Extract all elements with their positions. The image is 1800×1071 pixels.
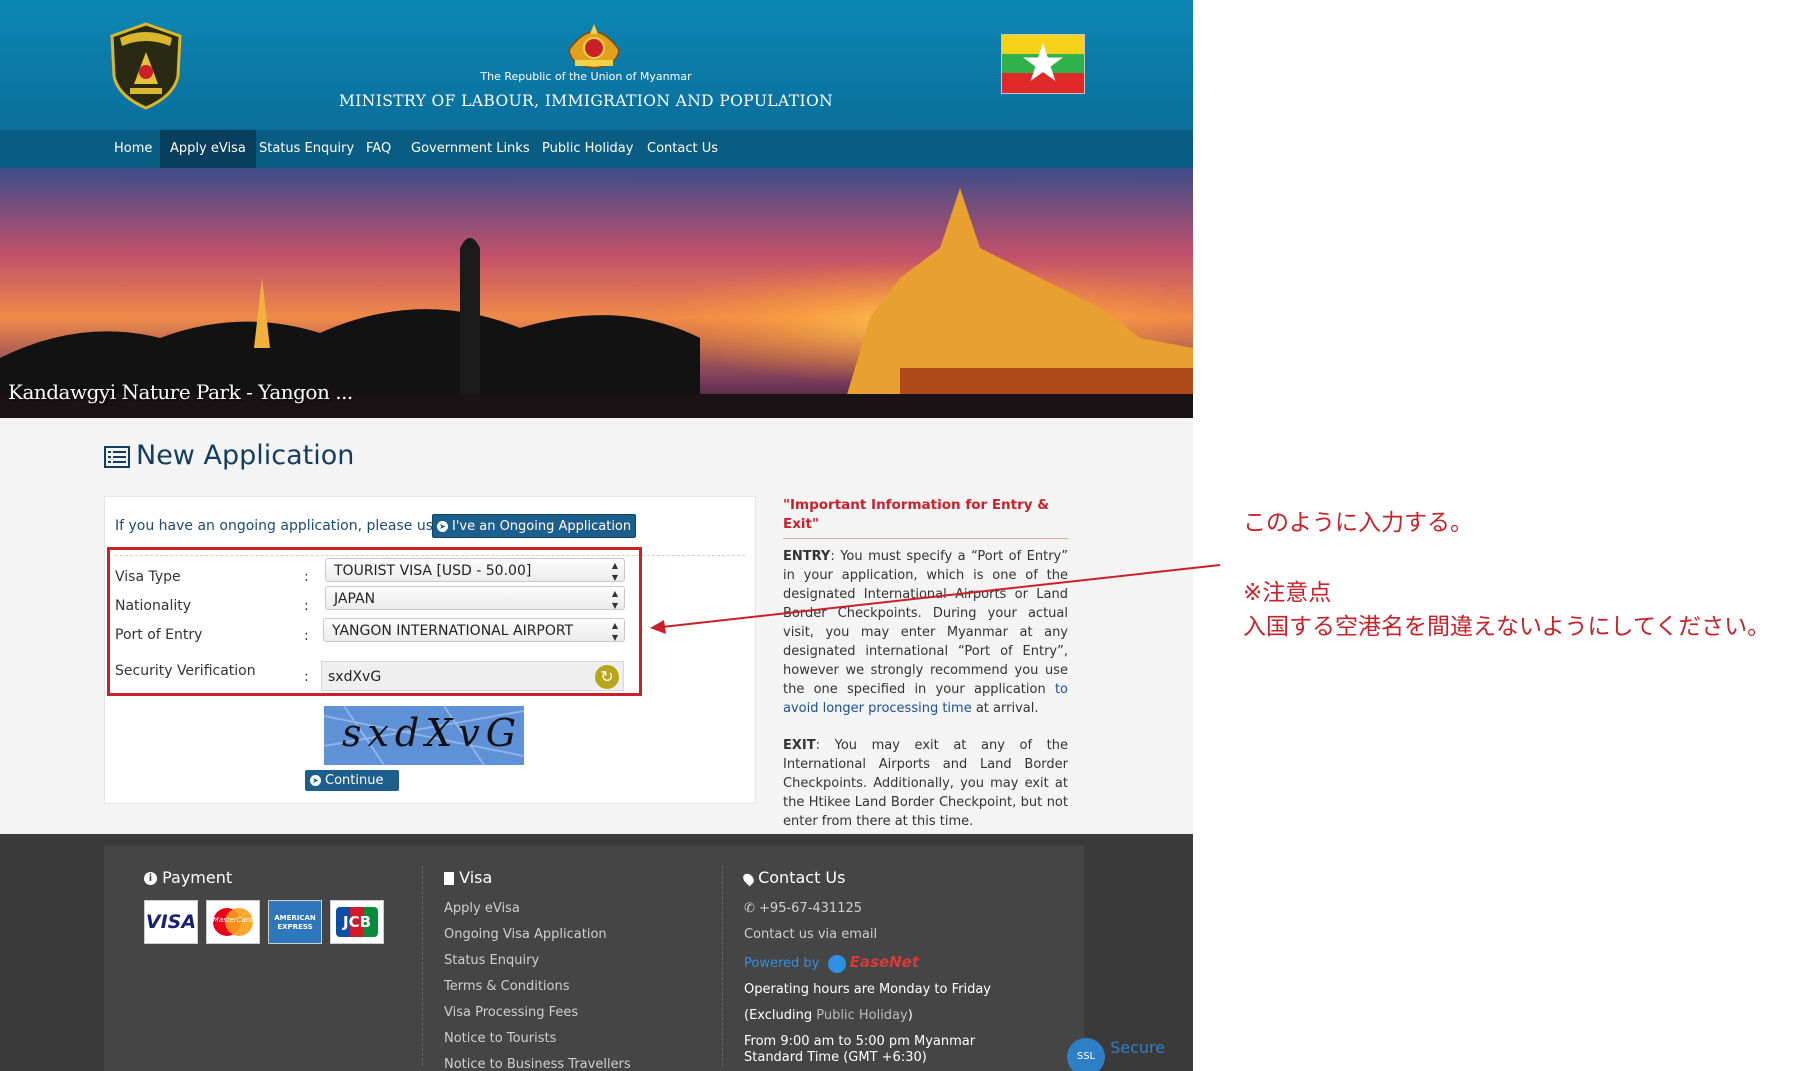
nav-home[interactable]: Home <box>104 130 162 168</box>
hero-banner-image: Kandawgyi Nature Park - Yangon ... <box>0 168 1193 418</box>
republic-subtitle: The Republic of the Union of Myanmar <box>480 70 692 83</box>
nav-contact-us[interactable]: Contact Us <box>637 130 728 168</box>
arrow-circle-icon: ➤ <box>437 521 448 532</box>
operating-hours-line1: Operating hours are Monday to Friday <box>744 982 991 997</box>
list-icon <box>104 445 130 468</box>
visa-heading: Visa <box>444 868 492 887</box>
footer-divider <box>422 866 423 1066</box>
ongoing-application-button[interactable]: ➤ I've an Ongoing Application <box>432 514 636 538</box>
entry-paragraph: ENTRY: You must specify a “Port of Entry… <box>783 547 1068 718</box>
myanmar-flag-icon <box>1001 34 1085 94</box>
footer-link-ongoing[interactable]: Ongoing Visa Application <box>444 927 607 942</box>
entry-heading: ENTRY <box>783 549 831 564</box>
captcha-image: sxdXvG <box>324 706 524 765</box>
footer-link-fees[interactable]: Visa Processing Fees <box>444 1005 578 1020</box>
site-header: The Republic of the Union of Myanmar MIN… <box>0 0 1193 130</box>
amex-logo: AMERICAN EXPRESS <box>268 900 322 944</box>
exit-heading: EXIT <box>783 738 816 753</box>
public-holiday-link[interactable]: Public Holiday <box>816 1008 907 1023</box>
mastercard-text: MasterCard <box>212 916 254 924</box>
ssl-secure-badge: SSL Secure <box>1067 1038 1165 1071</box>
page-title-text: New Application <box>136 440 355 471</box>
ongoing-application-text: If you have an ongoing application, plea… <box>115 518 447 534</box>
visa-card-text: VISA <box>145 911 197 933</box>
contact-heading: Contact Us <box>741 868 846 887</box>
highlight-box <box>107 547 642 696</box>
operating-hours-line3: From 9:00 am to 5:00 pm Myanmar <box>744 1034 976 1049</box>
entry-text: : You must specify a “Port of Entry” in … <box>783 549 1068 697</box>
hours-close-paren: ) <box>907 1008 913 1023</box>
hours-excluding: (Excluding <box>744 1008 817 1023</box>
page-title: New Application <box>104 440 354 471</box>
footer-panel: i Payment VISA MasterCard AMERICAN EXPRE… <box>104 846 1084 1071</box>
application-form: If you have an ongoing application, plea… <box>104 496 756 804</box>
footer-link-status[interactable]: Status Enquiry <box>444 953 539 968</box>
powered-by: Powered by EaseNet <box>744 953 919 973</box>
contact-phone-text: +95-67-431125 <box>759 901 863 916</box>
website: The Republic of the Union of Myanmar MIN… <box>0 0 1193 1071</box>
state-seal-crest-logo <box>568 24 620 69</box>
footer-link-business[interactable]: Notice to Business Travellers <box>444 1057 631 1071</box>
jcb-logo: JCB <box>330 900 384 944</box>
arrow-circle-icon: ➤ <box>310 775 321 786</box>
contact-phone: ✆ +95-67-431125 <box>744 901 862 916</box>
footer-link-terms[interactable]: Terms & Conditions <box>444 979 570 994</box>
visa-card-logo: VISA <box>144 900 198 944</box>
exit-text: : You may exit at any of the Internation… <box>783 738 1068 829</box>
mastercard-logo: MasterCard <box>206 900 260 944</box>
document-icon <box>444 872 454 885</box>
important-information: "Important Information for Entry & Exit"… <box>783 496 1068 849</box>
amex-text: AMERICAN EXPRESS <box>274 914 316 931</box>
ministry-title: MINISTRY OF LABOUR, IMMIGRATION AND POPU… <box>338 92 834 110</box>
nav-status-enquiry[interactable]: Status Enquiry <box>249 130 364 168</box>
annotation-caution-text: 入国する空港名を間違えないようにしてください。 <box>1243 614 1771 640</box>
contact-heading-text: Contact Us <box>758 868 846 887</box>
jcb-text: JCB <box>336 907 378 937</box>
nav-government-links[interactable]: Government Links <box>401 130 540 168</box>
easenet-brand[interactable]: EaseNet <box>850 953 919 971</box>
banner-caption: Kandawgyi Nature Park - Yangon ... <box>8 380 353 404</box>
visa-heading-text: Visa <box>459 868 493 887</box>
nav-apply-evisa[interactable]: Apply eVisa <box>160 130 256 168</box>
payment-heading-text: Payment <box>162 868 233 887</box>
nav-public-holiday[interactable]: Public Holiday <box>532 130 643 168</box>
continue-button[interactable]: ➤ Continue <box>305 770 399 791</box>
footer-link-apply-evisa[interactable]: Apply eVisa <box>444 901 520 916</box>
captcha-text: sxdXvG <box>342 711 523 755</box>
annotation-instruction: このように入力する。 <box>1243 510 1473 536</box>
footer-divider <box>722 866 723 1066</box>
padlock-icon: SSL <box>1067 1038 1105 1071</box>
exit-paragraph: EXIT: You may exit at any of the Interna… <box>783 736 1068 831</box>
annotation-caution-heading: ※注意点 <box>1243 580 1332 606</box>
continue-button-label: Continue <box>325 773 384 788</box>
operating-hours-line2: (Excluding Public Holiday) <box>744 1008 913 1023</box>
powered-by-text: Powered by <box>744 956 820 971</box>
nav-faq[interactable]: FAQ <box>356 130 401 168</box>
footer-link-tourists[interactable]: Notice to Tourists <box>444 1031 556 1046</box>
info-circle-icon: i <box>144 872 157 885</box>
payment-heading: i Payment <box>144 868 232 887</box>
operating-hours-line4: Standard Time (GMT +6:30) <box>744 1050 927 1065</box>
main-navigation: Home Apply eVisa Status Enquiry FAQ Gove… <box>0 130 1193 168</box>
ssl-secure-text: Secure <box>1110 1038 1166 1057</box>
phone-icon: ✆ <box>744 901 760 916</box>
contact-email-link[interactable]: Contact us via email <box>744 927 877 942</box>
info-title: "Important Information for Entry & Exit" <box>783 496 1068 539</box>
entry-tail: at arrival. <box>971 701 1039 716</box>
site-footer: i Payment VISA MasterCard AMERICAN EXPRE… <box>0 834 1193 1071</box>
ongoing-application-button-label: I've an Ongoing Application <box>452 519 632 534</box>
map-marker-icon <box>741 871 756 886</box>
easenet-logo-icon <box>827 954 846 973</box>
